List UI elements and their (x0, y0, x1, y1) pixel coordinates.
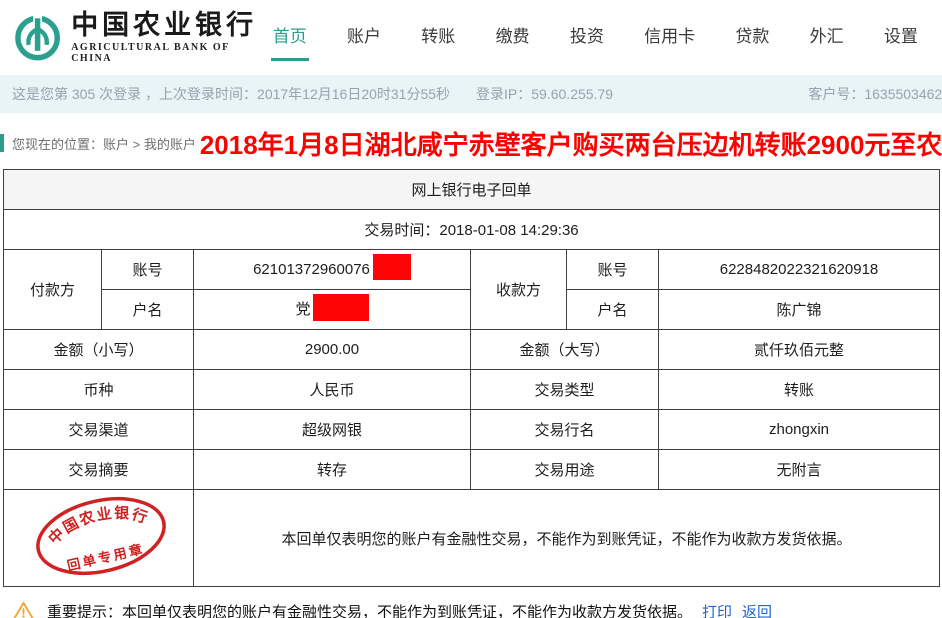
payer-name-text: 党 (295, 301, 310, 318)
print-link[interactable]: 打印 (702, 601, 732, 618)
transaction-type-label: 交易类型 (471, 370, 659, 410)
nav-item-home[interactable]: 首页 (271, 14, 309, 61)
red-annotation-banner: 2018年1月8日湖北咸宁赤壁客户购买两台压边机转账2900元至农行账户 (200, 125, 942, 161)
login-status-bar: 这是您第 305 次登录 ，上次登录时间：2017年12月16日20时31分55… (0, 75, 942, 113)
payer-account-value: 62101372960076 (194, 250, 471, 290)
amount-words-label: 金额（大写） (471, 330, 659, 370)
receipt-title: 网上银行电子回单 (4, 170, 940, 210)
bank-name-en: AGRICULTURAL BANK OF CHINA (71, 42, 271, 64)
header: 中国农业银行 AGRICULTURAL BANK OF CHINA 首页 账户 … (0, 0, 942, 75)
important-notice-text: 重要提示：本回单仅表明您的账户有金融性交易，不能作为到账凭证，不能作为收款方发货… (47, 601, 692, 618)
summary-label: 交易摘要 (4, 450, 194, 490)
warning-triangle-icon (12, 600, 35, 618)
redaction-block (373, 254, 411, 280)
bank-name-cn: 中国农业银行 (71, 11, 271, 41)
table-row: 币种 人民币 交易类型 转账 (4, 370, 940, 410)
table-row: 金额（小写） 2900.00 金额（大写） 贰仟玖佰元整 (4, 330, 940, 370)
nav-item-transfer[interactable]: 转账 (419, 14, 457, 61)
nav-item-forex[interactable]: 外汇 (808, 14, 846, 61)
login-count-text: 这是您第 305 次登录 ，上次登录时间：2017年12月16日20时31分55… (12, 84, 450, 104)
nav-item-payments[interactable]: 缴费 (494, 14, 532, 61)
nav-item-invest[interactable]: 投资 (568, 14, 606, 61)
nav-item-creditcard[interactable]: 信用卡 (642, 14, 697, 61)
bank-name-value: zhongxin (659, 410, 940, 450)
channel-label: 交易渠道 (4, 410, 194, 450)
amount-words-value: 贰仟玖佰元整 (659, 330, 940, 370)
abc-bank-logo-icon (14, 14, 61, 62)
payee-name-value: 陈广锦 (659, 290, 940, 330)
nav-item-accounts[interactable]: 账户 (345, 14, 383, 61)
receipt-seal-icon: 中国农业银行 回单专用章 (8, 492, 194, 580)
receipt-table: 网上银行电子回单 交易时间：2018-01-08 14:29:36 付款方 账号… (3, 169, 940, 587)
payee-account-value: 6228482022321620918 (659, 250, 940, 290)
redaction-block (313, 294, 369, 321)
payee-role-cell: 收款方 (471, 250, 567, 330)
main-nav: 首页 账户 转账 缴费 投资 信用卡 贷款 外汇 设置 (271, 14, 932, 61)
purpose-value: 无附言 (659, 450, 940, 490)
payer-account-label: 账号 (102, 250, 194, 290)
transaction-time-value: 2018-01-08 14:29:36 (439, 222, 578, 239)
currency-value: 人民币 (194, 370, 471, 410)
amount-figures-label: 金额（小写） (4, 330, 194, 370)
transaction-time-label: 交易时间： (364, 222, 439, 239)
table-row: 交易渠道 超级网银 交易行名 zhongxin (4, 410, 940, 450)
payee-account-label: 账号 (567, 250, 659, 290)
seal-text-bottom: 回单专用章 (65, 540, 146, 573)
currency-label: 币种 (4, 370, 194, 410)
payer-name-value: 党 (194, 290, 471, 330)
bank-logo-text: 中国农业银行 AGRICULTURAL BANK OF CHINA (71, 11, 271, 65)
table-row: 交易摘要 转存 交易用途 无附言 (4, 450, 940, 490)
footer-notice-row: 重要提示：本回单仅表明您的账户有金融性交易，不能作为到账凭证，不能作为收款方发货… (12, 600, 942, 618)
disclaimer-cell: 本回单仅表明您的账户有金融性交易，不能作为到账凭证，不能作为收款方发货依据。 (194, 490, 940, 587)
bank-seal-cell: 中国农业银行 回单专用章 (4, 490, 194, 587)
breadcrumb-marker (0, 134, 4, 152)
payer-account-number: 62101372960076 (253, 260, 370, 277)
back-link[interactable]: 返回 (742, 601, 772, 618)
nav-item-settings[interactable]: 设置 (882, 14, 920, 61)
channel-value: 超级网银 (194, 410, 471, 450)
summary-value: 转存 (194, 450, 471, 490)
transaction-type-value: 转账 (659, 370, 940, 410)
payer-name-label: 户名 (102, 290, 194, 330)
login-ip-text: 登录IP：59.60.255.79 (476, 84, 613, 104)
breadcrumb-row: 您现在的位置：账户 > 我的账户 2018年1月8日湖北咸宁赤壁客户购买两台压边… (0, 125, 942, 161)
amount-figures-value: 2900.00 (194, 330, 471, 370)
bank-logo[interactable]: 中国农业银行 AGRICULTURAL BANK OF CHINA (14, 11, 271, 65)
transaction-time-cell: 交易时间：2018-01-08 14:29:36 (4, 210, 940, 250)
bank-name-label: 交易行名 (471, 410, 659, 450)
nav-item-loans[interactable]: 贷款 (733, 14, 771, 61)
payee-name-label: 户名 (567, 290, 659, 330)
breadcrumb: 您现在的位置：账户 > 我的账户 (12, 134, 196, 153)
purpose-label: 交易用途 (471, 450, 659, 490)
customer-number-text: 客户号：16355034622 (808, 84, 942, 104)
payer-role-cell: 付款方 (4, 250, 102, 330)
